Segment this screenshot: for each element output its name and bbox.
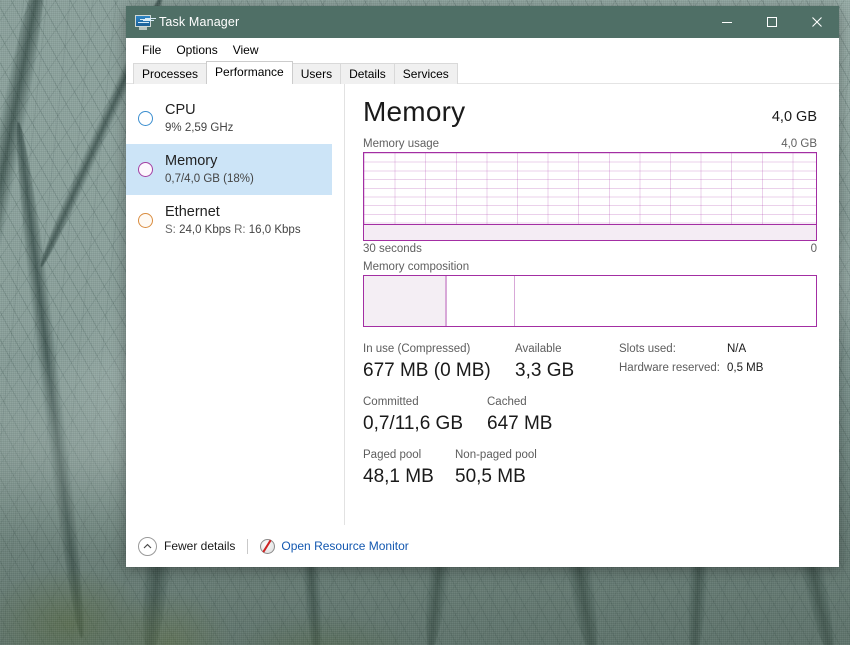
stat-hardware-reserved: Hardware reserved: 0,5 MB (619, 362, 817, 374)
close-button[interactable] (794, 6, 839, 38)
sidebar-item-memory-label: Memory (165, 153, 218, 169)
stat-slots-used: Slots used: N/A (619, 343, 817, 355)
total-memory-value: 4,0 GB (771, 109, 817, 125)
stat-available: Available 3,3 GB (515, 341, 574, 384)
tab-details[interactable]: Details (340, 63, 395, 84)
maximize-button[interactable] (749, 6, 794, 38)
stat-cached-value: 647 MB (487, 413, 553, 434)
menu-file[interactable]: File (135, 40, 169, 60)
sidebar-item-memory-detail: 0,7/4,0 GB (18%) (165, 173, 254, 185)
tab-performance[interactable]: Performance (206, 61, 293, 84)
task-manager-window: Task Manager File Options View Processes (126, 6, 839, 567)
task-manager-body: CPU 9% 2,59 GHz Memory 0,7/4,0 GB (18%) … (126, 84, 839, 567)
stat-row-1: In use (Compressed) 677 MB (0 MB) Availa… (363, 341, 619, 384)
ethernet-send-label: S: (165, 224, 176, 236)
title-bar[interactable]: Task Manager (126, 6, 839, 38)
composition-label: Memory composition (363, 261, 470, 273)
usage-graph-area (364, 224, 816, 240)
stat-committed: Committed 0,7/11,6 GB (363, 394, 487, 437)
stat-row-3: Paged pool 48,1 MB Non-paged pool 50,5 M… (363, 447, 619, 490)
stat-row-2: Committed 0,7/11,6 GB Cached 647 MB (363, 394, 619, 437)
fewer-details-button[interactable]: Fewer details (138, 536, 236, 556)
window-title: Task Manager (159, 15, 240, 29)
usage-graph-label: Memory usage (363, 138, 440, 150)
open-resource-monitor-label: Open Resource Monitor (281, 539, 409, 553)
composition-segment-modified (447, 276, 516, 326)
ethernet-send-value: 24,0 Kbps (179, 224, 231, 236)
statistics-right-column: Slots used: N/A Hardware reserved: 0,5 M… (619, 341, 817, 500)
memory-thumbnail-icon (138, 162, 153, 177)
tab-processes[interactable]: Processes (133, 63, 208, 84)
tab-services[interactable]: Services (393, 63, 458, 84)
stat-hardware-reserved-value: 0,5 MB (727, 362, 764, 374)
stat-paged-pool-value: 48,1 MB (363, 466, 434, 487)
usage-graph-xleft: 30 seconds (363, 243, 422, 255)
usage-graph-caption: Memory usage 4,0 GB (363, 138, 817, 150)
menu-bar: File Options View (126, 38, 839, 61)
stat-non-paged-pool: Non-paged pool 50,5 MB (455, 447, 537, 490)
sidebar-item-ethernet-label: Ethernet (165, 204, 220, 220)
chevron-up-icon (138, 536, 157, 556)
stat-hardware-reserved-label: Hardware reserved: (619, 362, 720, 374)
memory-composition-bar[interactable] (363, 275, 817, 327)
stat-paged-pool: Paged pool 48,1 MB (363, 447, 455, 490)
sidebar-item-cpu-label: CPU (165, 102, 196, 118)
composition-caption: Memory composition (363, 261, 817, 273)
fewer-details-label: Fewer details (164, 539, 236, 553)
tab-strip: Processes Performance Users Details Serv… (126, 61, 839, 84)
usage-graph-xright: 0 (810, 243, 817, 255)
panel-header: Memory 4,0 GB (363, 96, 817, 128)
stat-paged-pool-label: Paged pool (363, 449, 422, 461)
window-footer: Fewer details Open Resource Monitor (126, 525, 839, 567)
stat-slots-used-label: Slots used: (619, 343, 676, 355)
stat-in-use-value: 677 MB (0 MB) (363, 360, 491, 381)
memory-statistics: In use (Compressed) 677 MB (0 MB) Availa… (363, 341, 817, 500)
resource-monitor-icon (260, 538, 276, 554)
stat-non-paged-pool-label: Non-paged pool (455, 449, 537, 461)
statistics-left-column: In use (Compressed) 677 MB (0 MB) Availa… (363, 341, 619, 500)
ethernet-recv-value: 16,0 Kbps (248, 224, 301, 236)
desktop: Task Manager File Options View Processes (0, 0, 850, 645)
caption-buttons (704, 6, 839, 38)
page-title: Memory (363, 96, 466, 127)
usage-graph-ymax: 4,0 GB (781, 138, 817, 150)
stat-slots-used-value: N/A (727, 343, 747, 355)
memory-usage-graph (363, 152, 817, 241)
ethernet-recv-label: R: (234, 224, 246, 236)
resource-sidebar: CPU 9% 2,59 GHz Memory 0,7/4,0 GB (18%) … (126, 84, 345, 567)
minimize-button[interactable] (704, 6, 749, 38)
sidebar-item-cpu-detail: 9% 2,59 GHz (165, 122, 234, 134)
sidebar-item-ethernet-detail: S: 24,0 Kbps R: 16,0 Kbps (165, 222, 301, 238)
menu-options[interactable]: Options (169, 40, 225, 60)
cpu-thumbnail-icon (138, 111, 153, 126)
stat-in-use: In use (Compressed) 677 MB (0 MB) (363, 341, 515, 384)
stat-non-paged-pool-value: 50,5 MB (455, 466, 526, 487)
stat-committed-value: 0,7/11,6 GB (363, 413, 463, 434)
ethernet-thumbnail-icon (138, 213, 153, 228)
stat-available-label: Available (515, 343, 562, 355)
task-manager-icon (135, 14, 151, 30)
footer-separator (247, 538, 249, 554)
composition-segment-in-use (364, 276, 446, 326)
menu-view[interactable]: View (226, 40, 267, 60)
sidebar-item-ethernet[interactable]: Ethernet S: 24,0 Kbps R: 16,0 Kbps (126, 195, 332, 246)
stat-cached-label: Cached (487, 396, 527, 408)
sidebar-item-cpu[interactable]: CPU 9% 2,59 GHz (126, 93, 332, 144)
open-resource-monitor-link[interactable]: Open Resource Monitor (260, 538, 409, 554)
stat-cached: Cached 647 MB (487, 394, 552, 437)
composition-segment-free (515, 276, 816, 326)
stat-in-use-label: In use (Compressed) (363, 343, 471, 355)
memory-panel: Memory 4,0 GB Memory usage 4,0 GB 30 sec… (345, 84, 839, 567)
tab-users[interactable]: Users (291, 63, 342, 84)
stat-available-value: 3,3 GB (515, 360, 575, 381)
stat-committed-label: Committed (363, 396, 419, 408)
sidebar-item-memory[interactable]: Memory 0,7/4,0 GB (18%) (126, 144, 332, 195)
usage-graph-axis: 30 seconds 0 (363, 243, 817, 255)
